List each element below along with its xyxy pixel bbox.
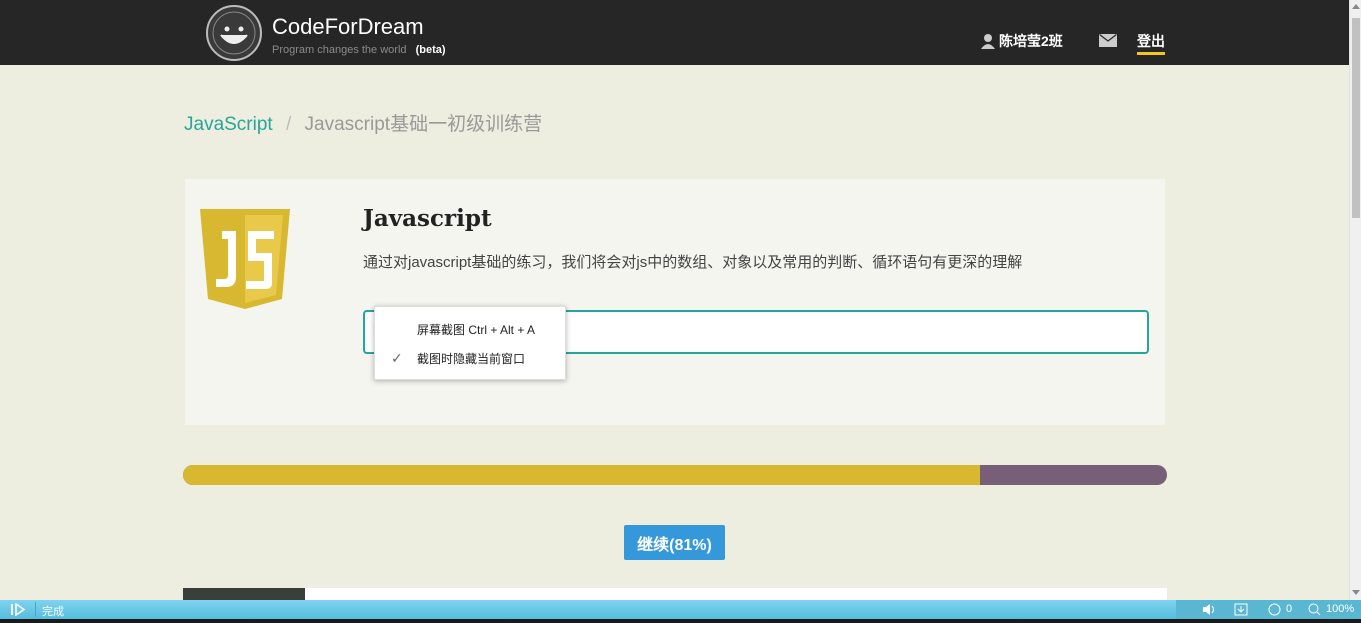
- menu-item-hide-window[interactable]: 截图时隐藏当前窗口: [417, 350, 525, 367]
- course-description: 通过对javascript基础的练习，我们将会对js中的数组、对象以及常用的判断…: [363, 254, 1023, 271]
- scroll-down-icon[interactable]: [1352, 590, 1360, 595]
- zoom-level[interactable]: 100%: [1326, 603, 1354, 615]
- next-section-tab: [183, 588, 305, 600]
- screenshot-context-menu: 屏幕截图 Ctrl + Alt + A ✓ 截图时隐藏当前窗口: [374, 306, 566, 380]
- status-text: 完成: [42, 606, 64, 618]
- course-card: Javascript 通过对javascript基础的练习，我们将会对js中的数…: [185, 179, 1165, 425]
- browser-status-bar: 完成 0 100%: [0, 600, 1361, 619]
- user-menu[interactable]: 陈培莹2班: [980, 31, 1063, 51]
- check-icon: ✓: [391, 350, 403, 366]
- status-separator: [35, 602, 36, 617]
- window-bottom-edge: [0, 619, 1361, 623]
- play-icon[interactable]: [10, 603, 26, 616]
- brand-slogan: Program changes the world (beta): [272, 44, 446, 56]
- status-count: 0: [1286, 603, 1293, 615]
- user-name: 陈培莹2班: [999, 33, 1063, 49]
- brand-name[interactable]: CodeForDream: [272, 14, 424, 40]
- top-navbar: CodeForDream Program changes the world (…: [0, 0, 1349, 65]
- vertical-scrollbar[interactable]: [1349, 0, 1361, 600]
- zoom-icon[interactable]: [1308, 603, 1321, 616]
- continue-button[interactable]: 继续(81%): [624, 525, 725, 560]
- shield-status-icon[interactable]: [1268, 603, 1281, 616]
- javascript-shield-icon: [200, 209, 290, 309]
- breadcrumb: JavaScript / Javascript基础一初级训练营: [184, 109, 542, 136]
- course-progress-bar: [183, 465, 1167, 485]
- download-icon[interactable]: [1234, 603, 1248, 616]
- slogan-text: Program changes the world: [272, 44, 407, 56]
- status-bar-tools: 0 100%: [1176, 600, 1361, 619]
- logout-link[interactable]: 登出: [1137, 31, 1165, 55]
- mail-icon[interactable]: [1099, 34, 1117, 47]
- scrollbar-thumb[interactable]: [1352, 18, 1360, 218]
- scroll-up-icon[interactable]: [1352, 4, 1360, 9]
- site-logo-icon[interactable]: [206, 5, 262, 61]
- speaker-icon[interactable]: [1202, 603, 1218, 616]
- course-title: Javascript: [363, 205, 492, 232]
- breadcrumb-current: Javascript基础一初级训练营: [304, 114, 543, 135]
- user-icon: [981, 34, 995, 49]
- menu-item-screenshot[interactable]: 屏幕截图 Ctrl + Alt + A: [417, 321, 535, 338]
- breadcrumb-parent-link[interactable]: JavaScript: [184, 114, 273, 135]
- progress-fill: [183, 465, 981, 485]
- beta-badge: (beta): [415, 44, 446, 56]
- next-section-panel: [305, 588, 1167, 600]
- breadcrumb-separator: /: [285, 114, 292, 135]
